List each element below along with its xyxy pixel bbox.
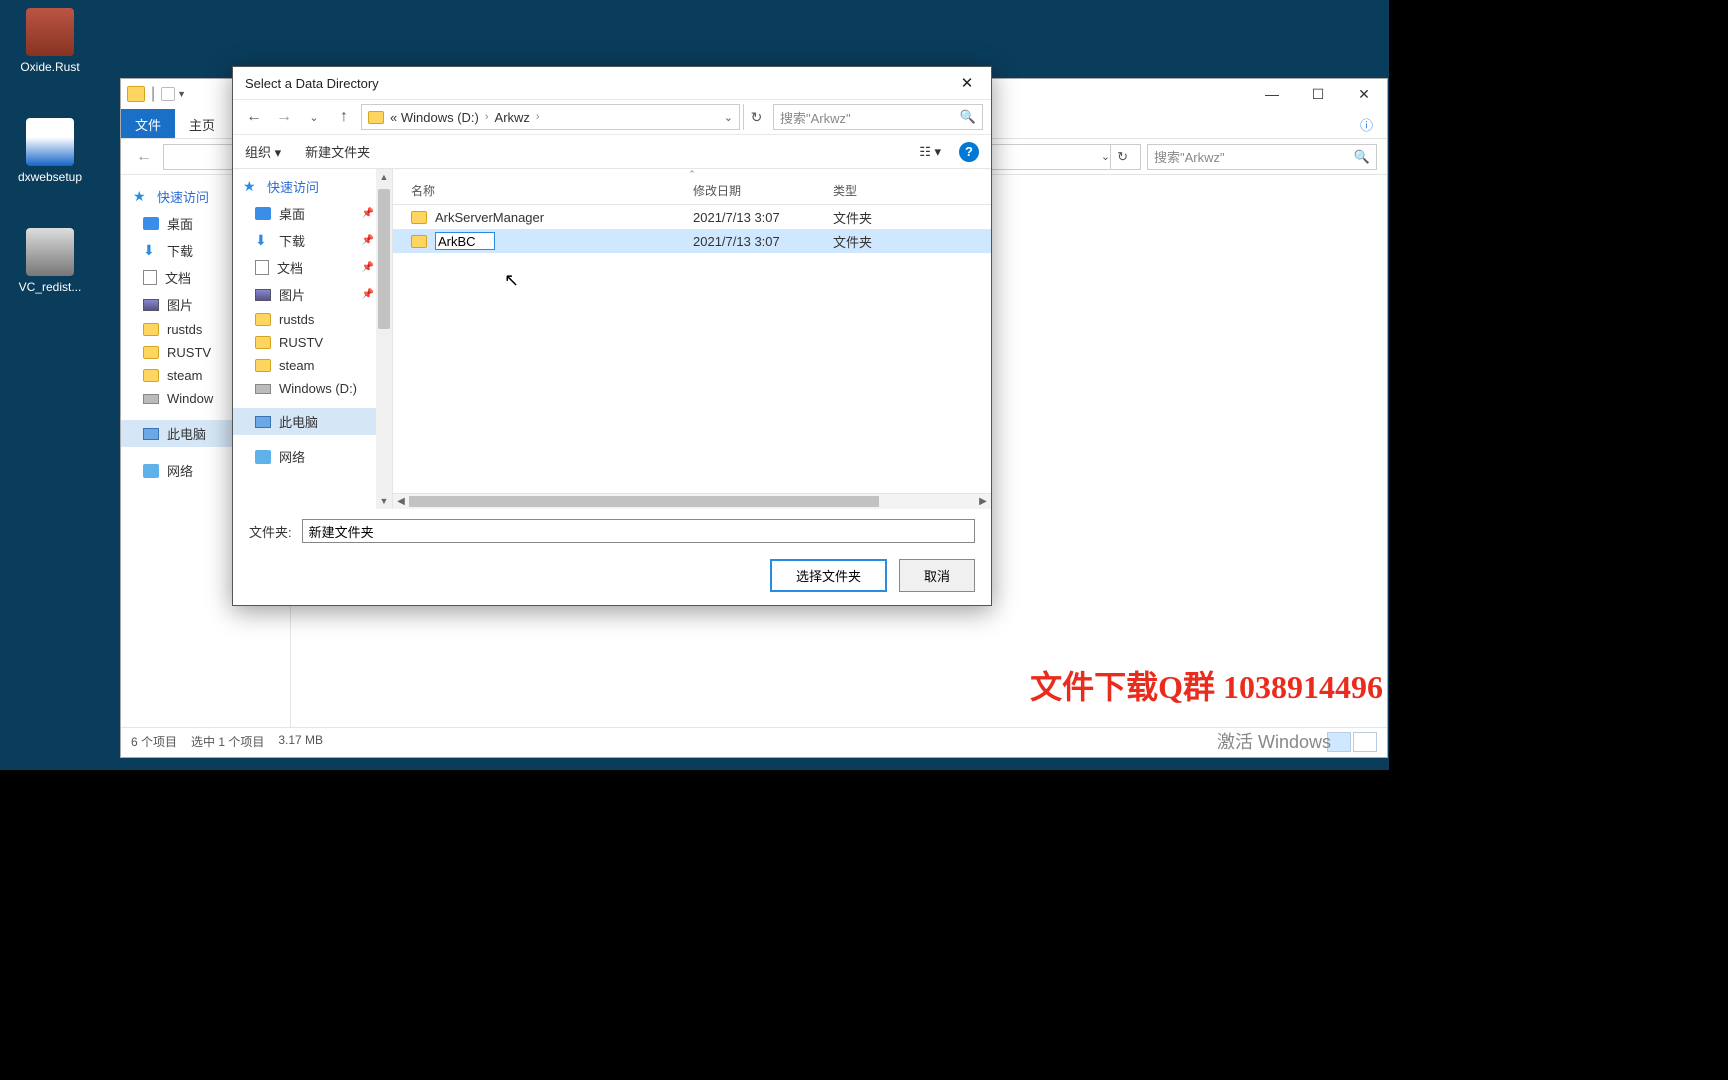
h-scrollbar[interactable]: ◀ ▶	[393, 493, 991, 509]
dialog-address-bar: ← → ⌄ ↑ « Windows (D:) › Arkwz › ⌄ ↻ 搜索"…	[233, 99, 991, 135]
icon-label: Oxide.Rust	[10, 60, 90, 74]
overlay-caption: 文件下载Q群 1038914496	[1030, 662, 1383, 708]
nav-desktop[interactable]: 桌面📌	[233, 200, 392, 227]
scroll-thumb[interactable]	[409, 496, 879, 507]
folder-icon	[127, 86, 145, 102]
view-button[interactable]: ☷ ▾	[919, 144, 941, 160]
nav-this-pc[interactable]: 此电脑	[233, 408, 392, 435]
column-headers: 名称 修改日期 类型	[393, 177, 991, 205]
search-placeholder: 搜索"Arkwz"	[1154, 147, 1225, 166]
nav-scrollbar[interactable]: ▲ ▼	[376, 169, 392, 509]
search-placeholder: 搜索"Arkwz"	[780, 108, 851, 127]
search-icon: 🔍	[1354, 149, 1370, 165]
nav-pictures[interactable]: 图片📌	[233, 281, 392, 308]
maximize-button[interactable]: ☐	[1295, 79, 1341, 109]
select-folder-button[interactable]: 选择文件夹	[770, 559, 887, 592]
scroll-down-icon[interactable]: ▼	[376, 493, 392, 509]
desktop-icon-vcredist[interactable]: VC_redist...	[10, 228, 90, 294]
doc-icon	[161, 87, 175, 101]
minimize-button[interactable]: —	[1249, 79, 1295, 109]
scroll-up-icon[interactable]: ▲	[376, 169, 392, 185]
view-icons-button[interactable]	[1353, 732, 1377, 752]
file-date: 2021/7/13 3:07	[693, 234, 833, 249]
select-directory-dialog: Select a Data Directory ✕ ← → ⌄ ↑ « Wind…	[232, 66, 992, 606]
nav-rustv[interactable]: RUSTV	[233, 331, 392, 354]
dialog-toolbar: 组织 ▾ 新建文件夹 ☷ ▾ ?	[233, 135, 991, 169]
desktop-icon-dxweb[interactable]: dxwebsetup	[10, 118, 90, 184]
back-button[interactable]: ←	[241, 104, 267, 130]
breadcrumb-child[interactable]: Arkwz	[495, 110, 530, 125]
nav-network[interactable]: 网络	[233, 443, 392, 470]
rename-input[interactable]	[435, 232, 495, 250]
nav-steam[interactable]: steam	[233, 354, 392, 377]
folder-icon	[368, 111, 384, 124]
scroll-left-icon[interactable]: ◀	[393, 496, 409, 507]
breadcrumb-bar[interactable]: « Windows (D:) › Arkwz › ⌄	[361, 104, 740, 130]
nav-downloads[interactable]: ⬇下载📌	[233, 227, 392, 254]
search-icon: 🔍	[960, 109, 976, 125]
folder-icon	[411, 235, 427, 248]
dialog-title: Select a Data Directory	[245, 76, 379, 91]
file-type: 文件夹	[833, 208, 953, 227]
folder-icon	[411, 211, 427, 224]
nav-windows-d[interactable]: Windows (D:)	[233, 377, 392, 400]
help-icon[interactable]: ?	[959, 142, 979, 162]
list-row-selected[interactable]: 2021/7/13 3:07 文件夹	[393, 229, 991, 253]
desktop-background: Oxide.Rust dxwebsetup VC_redist... | ▼ —…	[0, 0, 1389, 770]
nav-quick-access[interactable]: ★快速访问	[233, 173, 392, 200]
dialog-search-box[interactable]: 搜索"Arkwz" 🔍	[773, 104, 983, 130]
col-type[interactable]: 类型	[833, 182, 953, 199]
tab-file[interactable]: 文件	[121, 109, 175, 138]
scroll-thumb[interactable]	[378, 189, 390, 329]
quick-access-toolbar: | ▼	[127, 79, 186, 109]
new-folder-button[interactable]: 新建文件夹	[305, 142, 370, 161]
breadcrumb-root[interactable]: « Windows (D:)	[390, 110, 479, 125]
recent-button[interactable]: ⌄	[301, 104, 327, 130]
search-box[interactable]: 搜索"Arkwz" 🔍	[1147, 144, 1377, 170]
scroll-right-icon[interactable]: ▶	[975, 496, 991, 507]
selected-count: 选中 1 个项目	[191, 733, 264, 750]
dialog-titlebar: Select a Data Directory ✕	[233, 67, 991, 99]
item-count: 6 个项目	[131, 733, 177, 750]
nav-rustds[interactable]: rustds	[233, 308, 392, 331]
forward-button[interactable]: →	[271, 104, 297, 130]
file-date: 2021/7/13 3:07	[693, 210, 833, 225]
close-button[interactable]: ✕	[1341, 79, 1387, 109]
icon-label: VC_redist...	[10, 280, 90, 294]
help-icon[interactable]: ⓘ	[1346, 109, 1387, 138]
back-button[interactable]: ←	[131, 144, 157, 170]
refresh-button[interactable]: ↻	[743, 104, 769, 130]
selected-size: 3.17 MB	[278, 733, 323, 750]
list-row[interactable]: ArkServerManager 2021/7/13 3:07 文件夹	[393, 205, 991, 229]
winrar-icon	[26, 8, 74, 56]
col-modified[interactable]: 修改日期	[693, 182, 833, 199]
file-list: ⌃ 名称 修改日期 类型 ArkServerManager 2021/7/13 …	[393, 169, 991, 509]
tab-home[interactable]: 主页	[175, 109, 229, 138]
sort-indicator: ⌃	[393, 169, 991, 177]
setup-icon	[26, 118, 74, 166]
file-type: 文件夹	[833, 232, 953, 251]
dialog-footer: 文件夹: 选择文件夹 取消	[233, 509, 991, 606]
organize-button[interactable]: 组织 ▾	[245, 142, 281, 161]
up-button[interactable]: ↑	[331, 104, 357, 130]
file-name: ArkServerManager	[435, 210, 544, 225]
col-name[interactable]: 名称	[393, 182, 693, 199]
windows-watermark: 激活 Windows	[1217, 728, 1331, 754]
icon-label: dxwebsetup	[10, 170, 90, 184]
cancel-button[interactable]: 取消	[899, 559, 975, 592]
desktop-icon-oxide[interactable]: Oxide.Rust	[10, 8, 90, 74]
folder-label: 文件夹:	[249, 522, 292, 541]
folder-name-input[interactable]	[302, 519, 975, 543]
status-bar: 6 个项目 选中 1 个项目 3.17 MB	[121, 727, 1387, 755]
installer-icon	[26, 228, 74, 276]
nav-documents[interactable]: 文档📌	[233, 254, 392, 281]
dialog-nav-pane: ★快速访问 桌面📌 ⬇下载📌 文档📌 图片📌 rustds RUSTV stea…	[233, 169, 393, 509]
dialog-close-button[interactable]: ✕	[951, 70, 983, 96]
